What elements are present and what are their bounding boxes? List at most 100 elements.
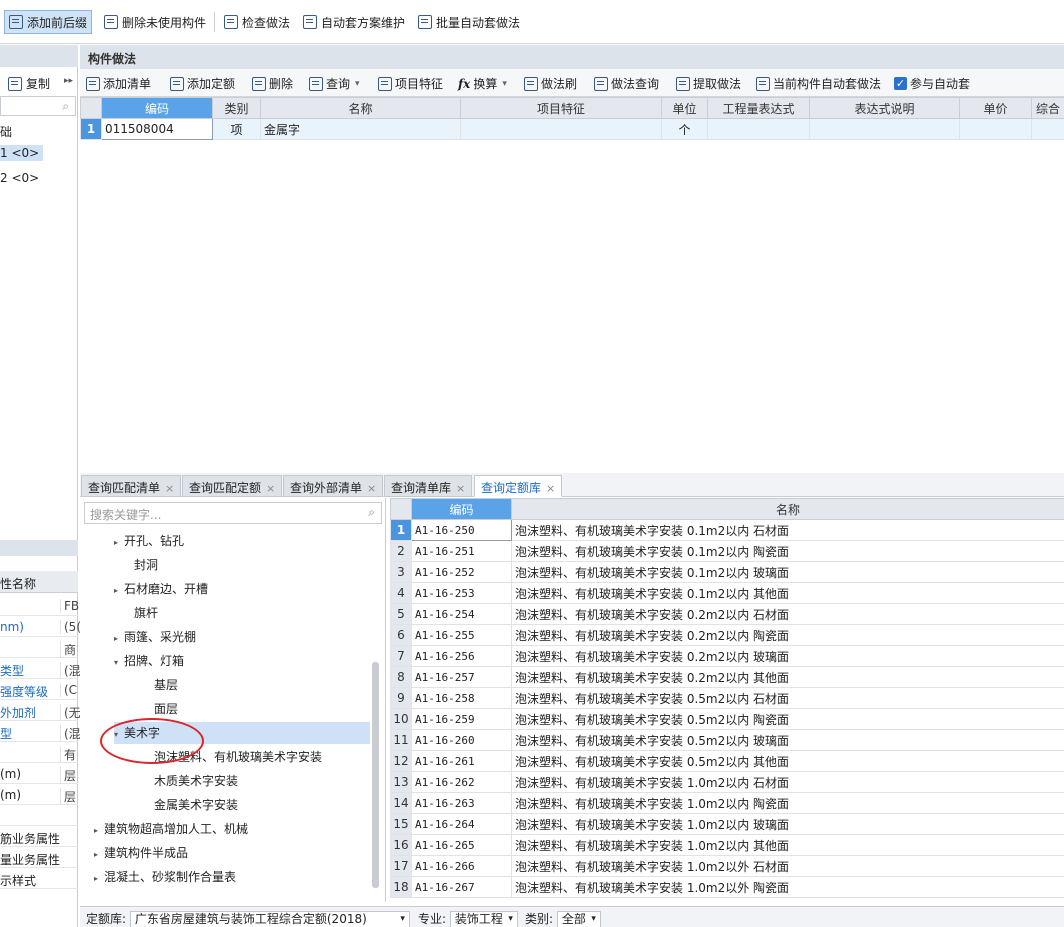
expand-right-icon[interactable]: ▸ bbox=[94, 820, 104, 842]
delete-unused-button[interactable]: 删除未使用构件 bbox=[104, 11, 206, 33]
property-row[interactable]: nm) (5( bbox=[0, 616, 81, 637]
property-row[interactable]: (m) 层 bbox=[0, 784, 78, 805]
code-cell[interactable]: 011508004 bbox=[101, 118, 213, 140]
category-select[interactable]: 类别: 全部 ▾ bbox=[525, 910, 601, 927]
add-quota-button[interactable]: 添加定额 bbox=[170, 75, 235, 92]
participate-auto-checkbox[interactable]: ✓ 参与自动套 bbox=[894, 75, 970, 92]
row-number[interactable]: 1 bbox=[80, 118, 102, 140]
tab-match-list[interactable]: 查询匹配清单 × bbox=[81, 475, 182, 497]
tree-search-input[interactable]: 搜索关键字... ⌕ bbox=[84, 502, 382, 524]
row-number[interactable]: 16 bbox=[390, 834, 412, 856]
row-number[interactable]: 9 bbox=[390, 687, 412, 709]
name-cell[interactable]: 泡沫塑料、有机玻璃美术字安装 0.5m2以内 其他面 bbox=[511, 750, 1064, 772]
table-row[interactable]: 3 A1-16-252 泡沫塑料、有机玻璃美术字安装 0.1m2以内 玻璃面 bbox=[390, 561, 1064, 583]
query-button[interactable]: 查询 ▾ bbox=[309, 75, 360, 92]
property-value[interactable]: 层 bbox=[60, 788, 76, 805]
name-cell[interactable]: 泡沫塑料、有机玻璃美术字安装 1.0m2以内 玻璃面 bbox=[511, 813, 1064, 835]
code-cell[interactable]: A1-16-261 bbox=[411, 750, 512, 772]
auto-scheme-button[interactable]: 自动套方案维护 bbox=[303, 11, 405, 33]
row-number[interactable]: 10 bbox=[390, 708, 412, 730]
expand-down-icon[interactable]: ▾ bbox=[114, 652, 124, 674]
table-row[interactable]: 14 A1-16-263 泡沫塑料、有机玻璃美术字安装 1.0m2以内 陶瓷面 bbox=[390, 792, 1064, 814]
row-number[interactable]: 14 bbox=[390, 792, 412, 814]
code-cell[interactable]: A1-16-258 bbox=[411, 687, 512, 709]
code-cell[interactable]: A1-16-257 bbox=[411, 666, 512, 688]
name-cell[interactable]: 泡沫塑料、有机玻璃美术字安装 1.0m2以外 石材面 bbox=[511, 855, 1064, 877]
property-row[interactable]: 类型 (混 bbox=[0, 658, 81, 679]
total-cell[interactable] bbox=[1031, 118, 1064, 140]
method-brush-button[interactable]: 做法刷 bbox=[524, 75, 577, 92]
tree-node[interactable]: ▸ 建筑构件半成品 bbox=[94, 842, 188, 864]
close-icon[interactable]: × bbox=[266, 482, 275, 495]
tab-list-library[interactable]: 查询清单库 × bbox=[384, 475, 473, 497]
row-number[interactable]: 4 bbox=[390, 582, 412, 604]
table-row[interactable]: 7 A1-16-256 泡沫塑料、有机玻璃美术字安装 0.2m2以内 玻璃面 bbox=[390, 645, 1064, 667]
property-value[interactable]: 商 bbox=[60, 641, 76, 658]
major-select[interactable]: 专业: 装饰工程 ▾ bbox=[418, 910, 518, 927]
column-header[interactable]: 综合 bbox=[1031, 97, 1064, 119]
table-row[interactable]: 15 A1-16-264 泡沫塑料、有机玻璃美术字安装 1.0m2以内 玻璃面 bbox=[390, 813, 1064, 835]
name-cell[interactable]: 金属字 bbox=[260, 118, 461, 140]
column-header[interactable]: 工程量表达式 bbox=[707, 97, 810, 119]
name-cell[interactable]: 泡沫塑料、有机玻璃美术字安装 0.2m2以内 其他面 bbox=[511, 666, 1064, 688]
property-row[interactable]: 量业务属性 bbox=[0, 847, 78, 868]
property-row[interactable]: 有 bbox=[0, 742, 78, 763]
tree-node[interactable]: 金属美术字安装 bbox=[144, 794, 238, 816]
row-number[interactable]: 15 bbox=[390, 813, 412, 835]
row-number[interactable]: 6 bbox=[390, 624, 412, 646]
table-row[interactable]: 16 A1-16-265 泡沫塑料、有机玻璃美术字安装 1.0m2以内 其他面 bbox=[390, 834, 1064, 856]
tree-node-selected[interactable]: ▾ 美术字 bbox=[114, 722, 370, 744]
left-search-input[interactable]: ⌕ bbox=[0, 96, 76, 116]
tree-node[interactable]: 基层 bbox=[144, 674, 178, 696]
close-icon[interactable]: × bbox=[546, 482, 555, 495]
row-number[interactable]: 5 bbox=[390, 603, 412, 625]
column-header[interactable]: 名称 bbox=[511, 498, 1064, 520]
property-value[interactable]: (混 bbox=[60, 662, 81, 679]
expand-down-icon[interactable]: ▾ bbox=[114, 724, 124, 746]
property-row[interactable]: 商 bbox=[0, 637, 78, 658]
type-cell[interactable]: 项 bbox=[212, 118, 261, 140]
code-cell[interactable]: A1-16-265 bbox=[411, 834, 512, 856]
table-row[interactable]: 1 011508004 项 金属字 个 bbox=[80, 118, 1064, 140]
tree-node[interactable]: 泡沫塑料、有机玻璃美术字安装 bbox=[144, 746, 322, 768]
close-icon[interactable]: × bbox=[456, 482, 465, 495]
tree-node[interactable]: ▸ 石材磨边、开槽 bbox=[114, 578, 208, 600]
name-cell[interactable]: 泡沫塑料、有机玻璃美术字安装 1.0m2以外 陶瓷面 bbox=[511, 876, 1064, 898]
name-cell[interactable]: 泡沫塑料、有机玻璃美术字安装 0.5m2以内 玻璃面 bbox=[511, 729, 1064, 751]
table-row[interactable]: 11 A1-16-260 泡沫塑料、有机玻璃美术字安装 0.5m2以内 玻璃面 bbox=[390, 729, 1064, 751]
column-header[interactable]: 编码 bbox=[411, 498, 512, 520]
row-number[interactable]: 2 bbox=[390, 540, 412, 562]
table-row[interactable]: 6 A1-16-255 泡沫塑料、有机玻璃美术字安装 0.2m2以内 陶瓷面 bbox=[390, 624, 1064, 646]
table-row[interactable]: 2 A1-16-251 泡沫塑料、有机玻璃美术字安装 0.1m2以内 陶瓷面 bbox=[390, 540, 1064, 562]
tree-node[interactable]: 封洞 bbox=[124, 554, 158, 576]
property-value[interactable]: 层 bbox=[60, 767, 76, 784]
tree-item-selected[interactable]: 1 <0> bbox=[0, 145, 44, 161]
price-cell[interactable] bbox=[959, 118, 1032, 140]
code-cell[interactable]: A1-16-259 bbox=[411, 708, 512, 730]
tree-node[interactable]: 面层 bbox=[144, 698, 178, 720]
check-method-button[interactable]: 检查做法 bbox=[224, 11, 290, 33]
code-cell[interactable]: A1-16-255 bbox=[411, 624, 512, 646]
column-header[interactable]: 单价 bbox=[959, 97, 1032, 119]
name-cell[interactable]: 泡沫塑料、有机玻璃美术字安装 0.5m2以内 陶瓷面 bbox=[511, 708, 1064, 730]
code-cell[interactable]: A1-16-252 bbox=[411, 561, 512, 583]
row-number[interactable]: 11 bbox=[390, 729, 412, 751]
tab-external-list[interactable]: 查询外部清单 × bbox=[283, 475, 384, 497]
property-row[interactable]: 强度等级 (C bbox=[0, 679, 78, 700]
tree-node[interactable]: ▸ 混凝土、砂浆制作合量表 bbox=[94, 866, 236, 888]
property-row[interactable]: 示样式 bbox=[0, 868, 78, 889]
item-feature-button[interactable]: 项目特征 bbox=[378, 75, 443, 92]
name-cell[interactable]: 泡沫塑料、有机玻璃美术字安装 0.1m2以内 玻璃面 bbox=[511, 561, 1064, 583]
column-header[interactable]: 单位 bbox=[661, 97, 708, 119]
code-cell[interactable]: A1-16-267 bbox=[411, 876, 512, 898]
table-row[interactable]: 1 A1-16-250 泡沫塑料、有机玻璃美术字安装 0.1m2以内 石材面 bbox=[390, 519, 1064, 541]
column-header[interactable]: 项目特征 bbox=[460, 97, 662, 119]
expand-right-icon[interactable]: ▸ bbox=[94, 844, 104, 866]
row-number[interactable]: 1 bbox=[390, 519, 412, 541]
method-query-button[interactable]: 做法查询 bbox=[594, 75, 659, 92]
tree-node[interactable]: ▸ 建筑物超高增加人工、机械 bbox=[94, 818, 248, 840]
convert-button[interactable]: fx 换算 ▾ bbox=[458, 75, 507, 92]
close-icon[interactable]: × bbox=[367, 482, 376, 495]
code-cell[interactable]: A1-16-250 bbox=[411, 519, 512, 541]
name-cell[interactable]: 泡沫塑料、有机玻璃美术字安装 1.0m2以内 陶瓷面 bbox=[511, 792, 1064, 814]
